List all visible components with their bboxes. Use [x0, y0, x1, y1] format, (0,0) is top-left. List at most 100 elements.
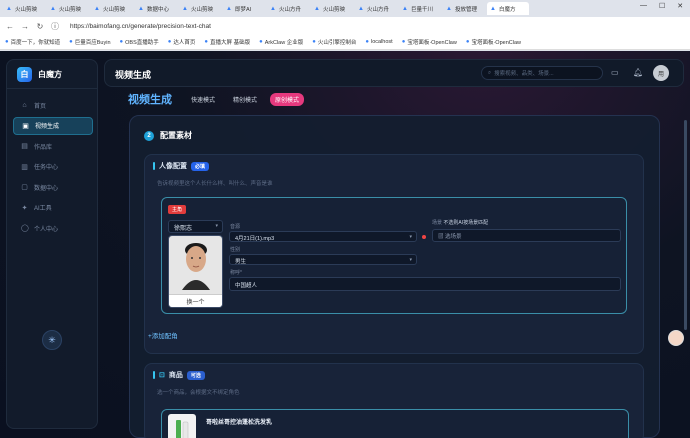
character-card: 主角 徐熙志 ▾ 换一个 音源 4月21日(1).mp3 ▾ 性别 男生 ▾ 称… — [161, 197, 627, 314]
minimize-icon[interactable]: — — [640, 2, 647, 10]
lead-tag: 主角 — [168, 205, 187, 214]
forward-icon[interactable]: → — [21, 22, 29, 31]
product-item[interactable]: 哥啦丝哥控油蓬松洗发乳 — [161, 409, 629, 438]
video-camera-icon[interactable]: ▭ — [611, 68, 619, 77]
product-title-text: 商品 — [168, 372, 183, 379]
search-icon: ⌕ — [488, 69, 492, 76]
voice-value: 4月21日(1).mp3 — [235, 236, 275, 242]
voice-select[interactable]: 4月21日(1).mp3 ▾ — [229, 231, 417, 242]
browser-tab[interactable]: ▲ 巨量千川 — [399, 2, 441, 15]
video-icon: ▣ — [22, 122, 29, 130]
scene-placeholder: 选场景 — [445, 234, 462, 240]
site-info-icon[interactable]: ⓘ — [51, 21, 59, 32]
browser-tab[interactable]: ▲ 即梦AI — [223, 2, 265, 15]
bookmark-item[interactable]: ● localhost — [365, 39, 392, 45]
sidebar-item[interactable]: ◯ 个人中心 — [13, 219, 93, 237]
url-field[interactable]: https://baimofang.cn/generate/precision-… — [70, 23, 211, 30]
add-supporting-role-link[interactable]: +添加配角 — [148, 330, 178, 340]
character-select[interactable]: 徐熙志 ▾ — [168, 220, 223, 233]
bookmark-item[interactable]: ● OBS直播助手 — [120, 38, 159, 46]
browser-tab[interactable]: ▲ 火山方舟 — [355, 2, 397, 15]
step-number: 2 — [144, 130, 154, 141]
tab-label: 即梦AI — [235, 6, 252, 13]
bookmark-label: 直播大屏 基础版 — [210, 40, 251, 46]
tab-favicon-icon: ▲ — [446, 5, 452, 12]
scene-select[interactable]: ▨ 选场景 — [432, 229, 621, 242]
tab-label: 数据中心 — [147, 6, 170, 13]
tab-label: 白魔方 — [499, 6, 516, 13]
browser-tab[interactable]: ▲ 火山剪映 — [179, 2, 221, 15]
product-section-title: ⊡ 商品 可选 — [153, 370, 205, 380]
bookmark-item[interactable]: ● 宝塔面板·OpenClaw — [466, 38, 521, 46]
bookmark-item[interactable]: ● 直播大屏 基础版 — [204, 38, 250, 46]
sidebar-item[interactable]: ▢ 数据中心 — [13, 178, 93, 196]
avatar[interactable]: 用 — [653, 65, 669, 81]
tab-label: 巨量千川 — [411, 6, 434, 13]
browser-tab[interactable]: ▲ 火山剪映 — [47, 2, 89, 15]
user-icon: ◯ — [21, 225, 29, 232]
browser-tab[interactable]: ▲ 火山方舟 — [267, 2, 309, 15]
bookmark-item[interactable]: ● 达人首页 — [168, 38, 196, 46]
mode-quick[interactable]: 快速模式 — [186, 93, 220, 106]
gender-select[interactable]: 男生 ▾ — [229, 254, 417, 265]
browser-tab[interactable]: ▲ 白魔方 — [487, 2, 529, 15]
section-accent-bar — [153, 371, 155, 379]
sidebar-item-label: 首页 — [34, 103, 47, 110]
sidebar-item[interactable]: ⌂ 首页 — [13, 96, 93, 114]
swap-character-button[interactable]: 换一个 — [169, 294, 222, 307]
identity-value: 中国超人 — [235, 283, 258, 289]
bookmark-item[interactable]: ● 百度一下，你就知道 — [5, 38, 60, 46]
tab-favicon-icon: ▲ — [490, 5, 496, 12]
chevron-down-icon: ▾ — [409, 257, 412, 263]
library-icon: ▤ — [21, 143, 28, 150]
sidebar-item[interactable]: ▣ 视频生成 — [13, 116, 93, 135]
sidebar-item-label: AI工具 — [34, 206, 52, 212]
bookmark-icon: ● — [204, 39, 209, 45]
identity-input[interactable]: 中国超人 — [229, 277, 621, 291]
sidebar-item[interactable]: ✦ AI工具 — [13, 199, 93, 217]
tab-label: 火山剪映 — [191, 6, 214, 13]
product-thumbnail — [168, 414, 196, 438]
portrait-image — [179, 240, 213, 290]
browser-tab[interactable]: ▲ 投放管理 — [443, 2, 485, 15]
tab-label: 火山方舟 — [279, 6, 302, 13]
chevron-down-icon: ▾ — [215, 223, 218, 229]
bell-icon[interactable]: 🔔︎ — [633, 68, 643, 77]
sidebar-item[interactable]: ▤ 作品库 — [13, 137, 93, 155]
reload-icon[interactable]: ↻ — [36, 22, 44, 31]
tab-label: 火山剪映 — [323, 6, 346, 13]
browser-tab[interactable]: ▲ 火山剪映 — [311, 2, 353, 15]
search-placeholder: 搜索视频、品类、场景... — [494, 71, 554, 77]
character-photo[interactable]: 换一个 — [168, 235, 223, 308]
sidebar-item[interactable]: ▥ 任务中心 — [13, 158, 93, 176]
close-icon[interactable]: ✕ — [677, 2, 683, 10]
settings-sparkle-icon[interactable]: ✳ — [42, 330, 62, 350]
sidebar-item-label: 任务中心 — [34, 165, 59, 171]
bookmark-item[interactable]: ● 宝塔面板·OpenClaw — [402, 38, 457, 46]
bookmark-label: 宝塔面板·OpenClaw — [407, 40, 457, 46]
record-icon[interactable] — [422, 235, 426, 239]
data-icon: ▢ — [21, 184, 28, 191]
back-icon[interactable]: ← — [6, 22, 14, 31]
maximize-icon[interactable]: ☐ — [659, 2, 665, 10]
app-logo[interactable]: 白 白魔方 — [17, 67, 62, 82]
mode-refined[interactable]: 精创模式 — [228, 93, 262, 106]
browser-tab[interactable]: ▲ 数据中心 — [135, 2, 177, 15]
browser-tab[interactable]: ▲ 火山剪映 — [3, 2, 45, 15]
mode-original[interactable]: 原创模式 — [270, 92, 305, 106]
assistant-avatar[interactable] — [668, 330, 684, 346]
tab-favicon-icon: ▲ — [182, 5, 188, 12]
product-desc: 选一个商品，会根据文不绑定角色 — [157, 390, 240, 396]
main-heading: 视频生成 — [128, 94, 172, 106]
page-title: 视频生成 — [115, 70, 152, 80]
bookmark-item[interactable]: ● ArkClaw 企业版 — [259, 38, 303, 46]
bookmark-item[interactable]: ● 火山引擎控制台 — [312, 38, 356, 46]
scrollbar[interactable] — [684, 120, 687, 330]
bookmark-label: 宝塔面板·OpenClaw — [471, 40, 521, 46]
browser-tab[interactable]: ▲ 火山剪映 — [91, 2, 133, 15]
config-panel: 2 配置素材 人像配置 必填 告诉视频里这个人长什么样、叫什么、声音是谁 主角 … — [129, 115, 660, 438]
search-input[interactable]: ⌕ 搜索视频、品类、场景... — [481, 66, 603, 80]
logo-text: 白魔方 — [38, 70, 62, 79]
bookmark-item[interactable]: ● 巨量百应Buyin — [69, 38, 110, 46]
character-section-title: 人像配置 必填 — [153, 161, 210, 171]
